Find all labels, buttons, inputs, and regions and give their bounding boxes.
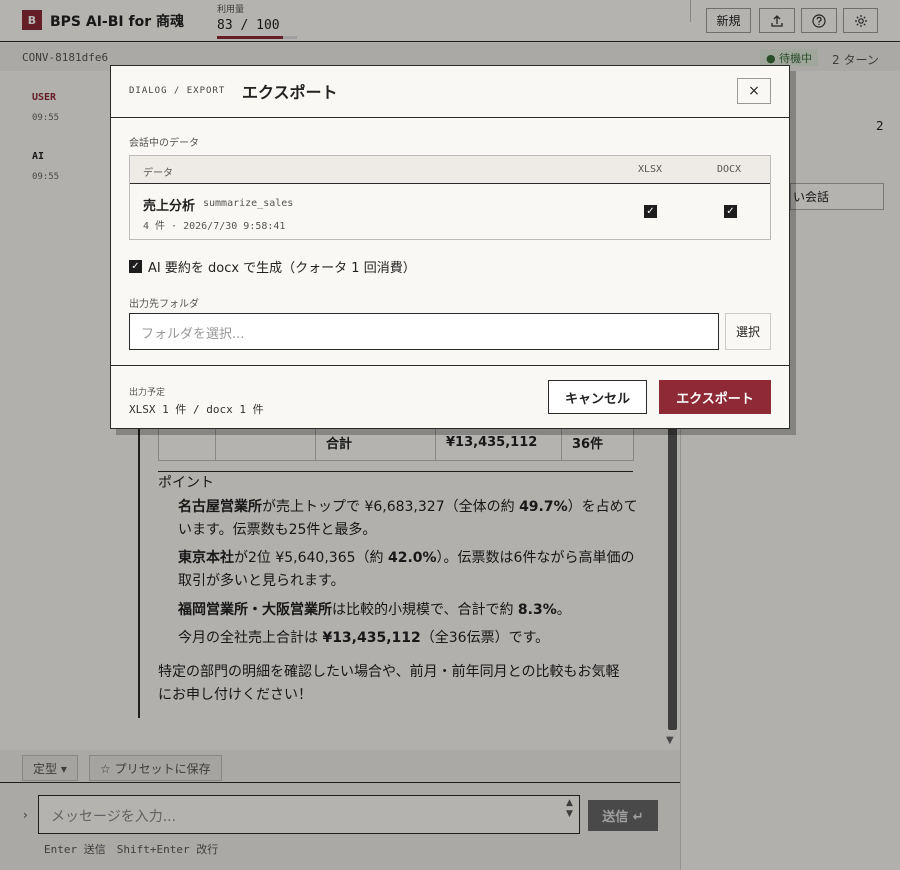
dialog-header: DIALOG / EXPORT エクスポート × [111,66,789,118]
docx-checkbox[interactable]: ✓ [724,205,737,218]
planned-value: XLSX 1 件 / docx 1 件 [129,403,264,416]
dialog-footer: 出力予定 XLSX 1 件 / docx 1 件 キャンセル エクスポート [111,365,789,428]
folder-input[interactable]: フォルダを選択... [129,313,719,350]
column-header-docx: DOCX [717,164,742,175]
column-header-data: データ [143,168,173,179]
dataset-meta: 4 件 · 2026/7/30 9:58:41 [143,221,286,232]
ai-summary-checkbox[interactable]: ✓ [129,260,142,273]
dialog-kicker: DIALOG / EXPORT [129,86,226,96]
data-table: データ XLSX DOCX 売上分析 summarize_sales 4 件 ·… [129,155,771,240]
select-folder-button[interactable]: 選択 [725,313,771,350]
export-button[interactable]: エクスポート [659,380,771,414]
cancel-button[interactable]: キャンセル [548,380,647,414]
dataset-function: summarize_sales [203,198,294,209]
dialog-title: エクスポート [242,83,338,102]
close-icon: × [748,83,760,99]
table-header: データ XLSX DOCX [130,156,770,184]
dataset-name: 売上分析 [143,199,196,214]
xlsx-checkbox[interactable]: ✓ [644,205,657,218]
folder-label: 出力先フォルダ [129,299,199,310]
export-dialog: DIALOG / EXPORT エクスポート × 会話中のデータ データ XLS… [110,65,790,429]
column-header-xlsx: XLSX [638,164,663,175]
ai-summary-label[interactable]: AI 要約を docx で生成（クォータ 1 回消費） [148,257,416,276]
planned-label: 出力予定 [129,388,166,398]
close-button[interactable]: × [737,78,771,104]
section-label: 会話中のデータ [129,138,199,149]
